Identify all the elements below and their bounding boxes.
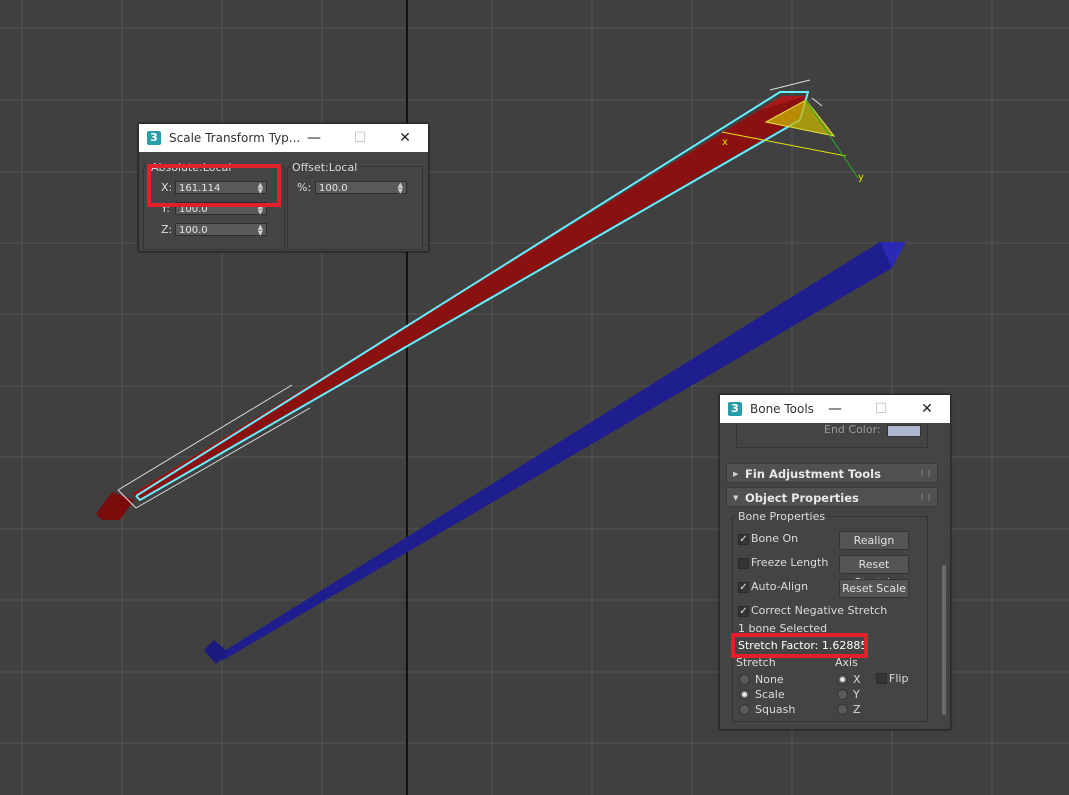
stretch-squash-label: Squash	[755, 703, 796, 716]
drag-handle-icon[interactable]: ⋮⋮	[918, 488, 933, 508]
stretch-scale-radio[interactable]	[739, 689, 750, 700]
auto-align-label: Auto-Align	[751, 580, 809, 593]
x-field-highlight	[147, 164, 281, 207]
flip-label: Flip	[889, 672, 909, 685]
axis-x-label: X	[853, 673, 861, 686]
offset-percent-spinner[interactable]: 100.0 ▲ ▼	[315, 181, 407, 195]
blue-bone-base[interactable]	[204, 640, 228, 664]
object-properties-rollout[interactable]: ▼ Object Properties ⋮⋮	[726, 487, 938, 507]
expanded-arrow-icon: ▼	[733, 494, 739, 502]
axis-label: Axis	[835, 656, 858, 669]
spinner-arrows-icon[interactable]: ▲ ▼	[258, 224, 263, 237]
axis-z-radio[interactable]	[837, 704, 848, 715]
axis-y-radio[interactable]	[837, 689, 848, 700]
auto-align-checkbox[interactable]: ✓	[738, 582, 749, 593]
z-scale-value: 100.0	[179, 225, 208, 236]
stretch-none-radio[interactable]	[739, 674, 750, 685]
bone-on-label: Bone On	[751, 532, 799, 545]
offset-percent-label: %:	[297, 181, 312, 194]
stretch-none-label: None	[755, 673, 784, 686]
bounding-box-line	[811, 97, 823, 107]
flip-checkbox[interactable]	[876, 673, 887, 684]
bone-tools-dialog: 3 Bone Tools — ☐ ✕ End Color: ▶ Fin Adju…	[719, 394, 951, 730]
freeze-length-label: Freeze Length	[751, 556, 829, 569]
stretch-label: Stretch	[736, 656, 776, 669]
gizmo-y-axis[interactable]	[805, 99, 859, 179]
maximize-button[interactable]: ☐	[337, 124, 383, 152]
axis-y-label: Y	[853, 688, 860, 701]
scale-dialog-titlebar[interactable]: 3 Scale Transform Typ... — ☐ ✕	[139, 124, 428, 152]
bone-tools-titlebar[interactable]: 3 Bone Tools — ☐ ✕	[720, 395, 950, 423]
bone-properties-label: Bone Properties	[736, 510, 828, 523]
close-button[interactable]: ✕	[382, 124, 428, 152]
stretch-squash-radio[interactable]	[739, 704, 750, 715]
close-button[interactable]: ✕	[904, 395, 950, 423]
bounding-box-line	[135, 407, 311, 509]
offset-percent-value: 100.0	[319, 183, 348, 194]
reset-scale-button[interactable]: Reset Scale	[839, 579, 909, 598]
bounding-box-line	[769, 79, 811, 91]
3dsmax-app-icon: 3	[147, 131, 161, 145]
minimize-button[interactable]: —	[291, 124, 337, 152]
reset-stretch-button[interactable]: Reset Stretch	[839, 555, 909, 589]
rollout-scrollbar[interactable]	[942, 565, 946, 715]
stretch-scale-label: Scale	[755, 688, 785, 701]
stretch-factor-highlight	[731, 633, 868, 658]
correct-negative-stretch-checkbox[interactable]: ✓	[738, 606, 749, 617]
realign-button[interactable]: Realign	[839, 531, 909, 550]
correct-negative-stretch-label: Correct Negative Stretch	[751, 604, 888, 617]
end-color-label: End Color:	[824, 423, 881, 436]
fin-adjustment-rollout[interactable]: ▶ Fin Adjustment Tools ⋮⋮	[726, 463, 938, 483]
end-color-swatch[interactable]	[887, 425, 921, 437]
drag-handle-icon[interactable]: ⋮⋮	[918, 464, 933, 484]
freeze-length-checkbox[interactable]	[738, 558, 749, 569]
z-scale-spinner[interactable]: 100.0 ▲ ▼	[175, 223, 267, 237]
bone-on-checkbox[interactable]: ✓	[738, 534, 749, 545]
gizmo-x-label: x	[722, 137, 728, 148]
red-bone-base[interactable]	[96, 492, 134, 520]
gizmo-y-label: y	[858, 172, 864, 183]
bounding-box-line	[117, 384, 293, 491]
spinner-arrows-icon[interactable]: ▲ ▼	[398, 182, 403, 195]
z-field-label: Z:	[161, 223, 173, 236]
maximize-button[interactable]: ☐	[858, 395, 904, 423]
axis-x-radio[interactable]	[837, 674, 848, 685]
minimize-button[interactable]: —	[812, 395, 858, 423]
scale-dialog-title: Scale Transform Typ...	[169, 131, 301, 145]
scale-transform-dialog: 3 Scale Transform Typ... — ☐ ✕ Absolute:…	[138, 123, 429, 252]
3dsmax-app-icon: 3	[728, 402, 742, 416]
collapsed-arrow-icon: ▶	[733, 470, 739, 478]
offset-local-group	[287, 166, 423, 250]
bone-tools-title: Bone Tools	[750, 402, 814, 416]
axis-z-label: Z	[853, 703, 861, 716]
offset-local-header: Offset:Local	[292, 161, 358, 174]
